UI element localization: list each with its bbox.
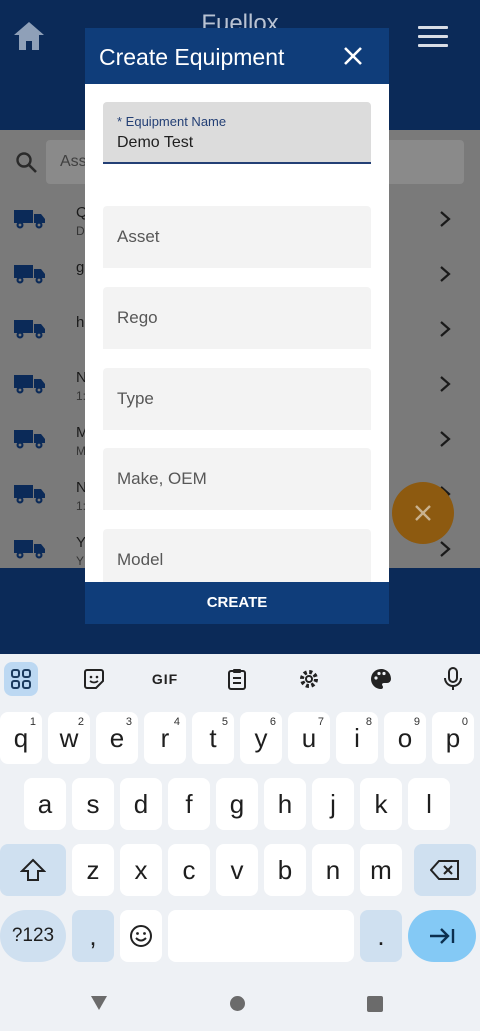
key-a[interactable]: a bbox=[24, 778, 66, 830]
truck-icon bbox=[14, 265, 45, 284]
truck-icon bbox=[14, 375, 45, 394]
emoji-key[interactable] bbox=[120, 910, 162, 962]
key-n[interactable]: n bbox=[312, 844, 354, 896]
gif-button[interactable]: GIF bbox=[148, 662, 182, 696]
asset-field[interactable]: Asset bbox=[103, 206, 371, 268]
truck-icon bbox=[14, 540, 45, 559]
dialog-body: * Equipment Name Demo Test Asset Rego Ty… bbox=[85, 84, 389, 582]
truck-icon bbox=[14, 210, 45, 229]
key-i[interactable]: i8 bbox=[336, 712, 378, 764]
key-x[interactable]: x bbox=[120, 844, 162, 896]
symbols-key[interactable]: ?123 bbox=[0, 910, 66, 962]
mic-icon[interactable] bbox=[436, 662, 470, 696]
key-s[interactable]: s bbox=[72, 778, 114, 830]
list-item-name: h bbox=[76, 314, 85, 331]
chevron-right-icon bbox=[440, 266, 451, 282]
back-icon[interactable] bbox=[90, 995, 108, 1011]
backspace-key[interactable] bbox=[414, 844, 476, 896]
chevron-right-icon bbox=[440, 431, 451, 447]
settings-icon[interactable] bbox=[292, 662, 326, 696]
key-v[interactable]: v bbox=[216, 844, 258, 896]
shift-key[interactable] bbox=[0, 844, 66, 896]
key-q[interactable]: q1 bbox=[0, 712, 42, 764]
equipment-name-field[interactable]: * Equipment Name Demo Test bbox=[103, 102, 371, 164]
model-placeholder: Model bbox=[117, 550, 164, 569]
home-nav-icon[interactable] bbox=[229, 995, 246, 1012]
next-key[interactable] bbox=[408, 910, 476, 962]
apps-icon[interactable] bbox=[4, 662, 38, 696]
key-k[interactable]: k bbox=[360, 778, 402, 830]
make-oem-field[interactable]: Make, OEM bbox=[103, 448, 371, 510]
list-item-sub: Y bbox=[76, 554, 85, 568]
chevron-right-icon bbox=[440, 541, 451, 557]
create-equipment-dialog: Create Equipment * Equipment Name Demo T… bbox=[85, 28, 389, 624]
key-c[interactable]: c bbox=[168, 844, 210, 896]
menu-icon[interactable] bbox=[418, 26, 448, 48]
chevron-right-icon bbox=[440, 321, 451, 337]
chevron-right-icon bbox=[440, 376, 451, 392]
make-oem-placeholder: Make, OEM bbox=[117, 469, 207, 488]
key-h[interactable]: h bbox=[264, 778, 306, 830]
model-field[interactable]: Model bbox=[103, 529, 371, 582]
key-b[interactable]: b bbox=[264, 844, 306, 896]
truck-icon bbox=[14, 485, 45, 504]
key-r[interactable]: r4 bbox=[144, 712, 186, 764]
close-icon bbox=[415, 505, 431, 521]
list-item-name: g bbox=[76, 259, 85, 276]
key-j[interactable]: j bbox=[312, 778, 354, 830]
rego-field[interactable]: Rego bbox=[103, 287, 371, 349]
key-e[interactable]: e3 bbox=[96, 712, 138, 764]
equipment-name-label: * Equipment Name bbox=[117, 114, 227, 129]
type-placeholder: Type bbox=[117, 389, 154, 408]
list-item-sub: D bbox=[76, 224, 85, 238]
sticker-icon[interactable] bbox=[77, 662, 111, 696]
key-u[interactable]: u7 bbox=[288, 712, 330, 764]
system-nav-bar bbox=[0, 975, 480, 1031]
chevron-right-icon bbox=[440, 211, 451, 227]
dialog-header: Create Equipment bbox=[85, 28, 389, 84]
recents-icon[interactable] bbox=[367, 996, 383, 1012]
key-y[interactable]: y6 bbox=[240, 712, 282, 764]
palette-icon[interactable] bbox=[364, 662, 398, 696]
truck-icon bbox=[14, 320, 45, 339]
type-field[interactable]: Type bbox=[103, 368, 371, 430]
tab-arrow-icon bbox=[430, 928, 455, 944]
dialog-title: Create Equipment bbox=[99, 44, 285, 70]
close-fab-button[interactable] bbox=[392, 482, 454, 544]
rego-placeholder: Rego bbox=[117, 308, 158, 327]
equipment-name-value: Demo Test bbox=[117, 134, 194, 151]
key-f[interactable]: f bbox=[168, 778, 210, 830]
key-o[interactable]: o9 bbox=[384, 712, 426, 764]
key-z[interactable]: z bbox=[72, 844, 114, 896]
emoji-icon bbox=[130, 925, 152, 947]
key-d[interactable]: d bbox=[120, 778, 162, 830]
key-t[interactable]: t5 bbox=[192, 712, 234, 764]
create-button[interactable]: CREATE bbox=[85, 582, 389, 624]
space-key[interactable] bbox=[168, 910, 354, 962]
asset-placeholder: Asset bbox=[117, 227, 160, 246]
key-l[interactable]: l bbox=[408, 778, 450, 830]
truck-icon bbox=[14, 430, 45, 449]
close-icon[interactable] bbox=[339, 42, 367, 70]
comma-key[interactable]: , bbox=[72, 910, 114, 962]
search-icon bbox=[16, 152, 37, 173]
key-m[interactable]: m bbox=[360, 844, 402, 896]
key-g[interactable]: g bbox=[216, 778, 258, 830]
key-p[interactable]: p0 bbox=[432, 712, 474, 764]
period-key[interactable]: . bbox=[360, 910, 402, 962]
clipboard-icon[interactable] bbox=[220, 662, 254, 696]
key-w[interactable]: w2 bbox=[48, 712, 90, 764]
